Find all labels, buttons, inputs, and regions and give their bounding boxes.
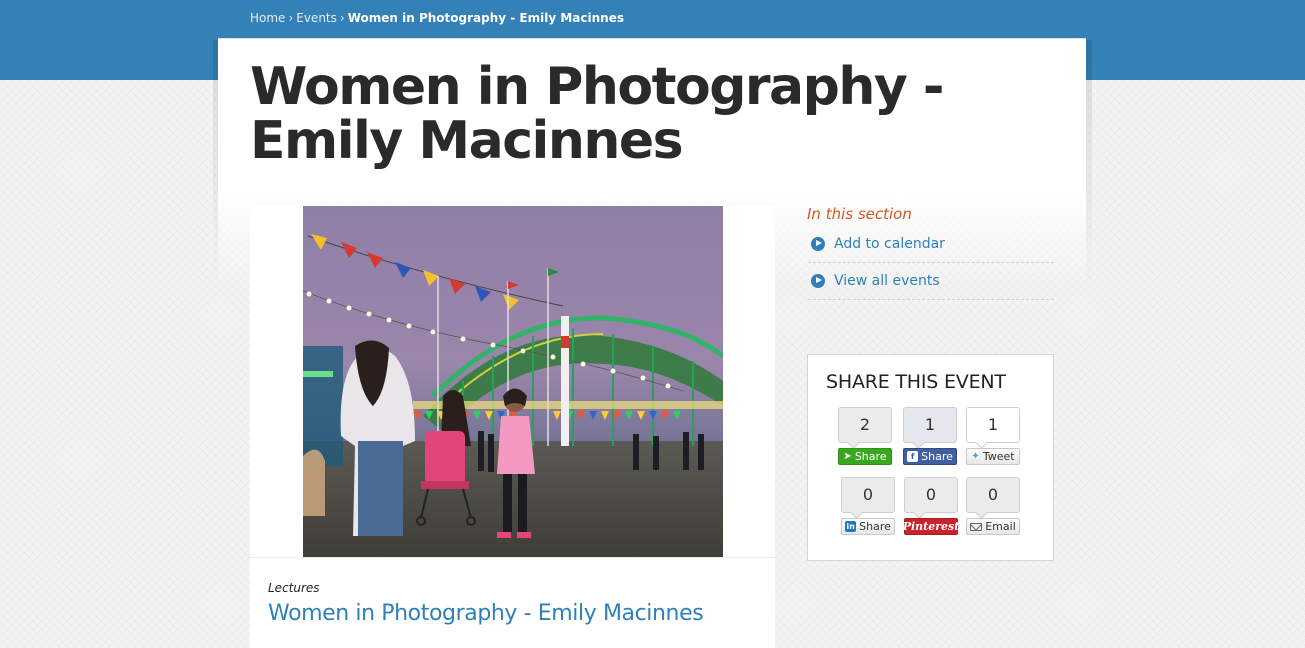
email-icon xyxy=(970,522,983,531)
view-all-events-label: View all events xyxy=(834,272,940,289)
email-count: 0 xyxy=(966,477,1020,513)
add-to-calendar-link[interactable]: Add to calendar xyxy=(808,225,1054,263)
linkedin-share-button[interactable]: in Share xyxy=(841,518,895,535)
facebook-share-button[interactable]: f Share xyxy=(903,448,957,465)
breadcrumb-events[interactable]: Events xyxy=(296,11,337,25)
breadcrumb-separator: › xyxy=(339,11,345,25)
panel-divider xyxy=(250,557,775,558)
breadcrumb-home[interactable]: Home xyxy=(250,11,285,25)
share-box: SHARE THIS EVENT 2 ➤ Share 1 f Share 1 ✦… xyxy=(807,354,1054,561)
linkedin-button-label: Share xyxy=(859,520,891,533)
share-item-email: 0 Email xyxy=(963,477,1021,541)
facebook-count: 1 xyxy=(903,407,957,443)
email-share-button[interactable]: Email xyxy=(966,518,1020,535)
breadcrumb: Home › Events › Women in Photography - Emily… xyxy=(250,11,624,25)
twitter-tweet-button[interactable]: ✦ Tweet xyxy=(966,448,1020,465)
share-item-linkedin: 0 in Share xyxy=(838,477,896,541)
play-circle-icon xyxy=(811,273,825,288)
facebook-icon: f xyxy=(907,451,919,462)
view-all-events-link[interactable]: View all events xyxy=(808,262,1054,300)
pinterest-count: 0 xyxy=(904,477,958,513)
add-to-calendar-label: Add to calendar xyxy=(834,235,945,252)
share-item-sharethis: 2 ➤ Share xyxy=(835,407,893,471)
linkedin-count: 0 xyxy=(841,477,895,513)
section-heading: In this section xyxy=(807,205,912,223)
pinterest-button[interactable]: Pinterest xyxy=(902,518,960,535)
breadcrumb-current: Women in Photography - Emily Macinnes xyxy=(347,11,624,25)
event-panel: Lectures Women in Photography - Emily Ma… xyxy=(250,206,775,648)
linkedin-icon: in xyxy=(845,521,857,532)
twitter-count: 1 xyxy=(966,407,1020,443)
share-button-label: Share xyxy=(854,450,887,463)
breadcrumb-separator: › xyxy=(288,11,294,25)
twitter-button-label: Tweet xyxy=(982,450,1015,463)
facebook-button-label: Share xyxy=(921,450,953,463)
event-photo[interactable] xyxy=(303,206,723,557)
twitter-icon: ✦ xyxy=(971,450,980,462)
share-item-twitter: 1 ✦ Tweet xyxy=(963,407,1021,471)
share-title: SHARE THIS EVENT xyxy=(826,371,1006,393)
share-item-pinterest: 0 Pinterest xyxy=(901,477,959,541)
sharethis-share-button[interactable]: ➤ Share xyxy=(838,448,892,465)
email-button-label: Email xyxy=(985,520,1016,533)
page-title: Women in Photography - Emily Macinnes xyxy=(250,57,944,171)
share-item-facebook: 1 f Share xyxy=(900,407,958,471)
event-category: Lectures xyxy=(268,581,320,595)
share-count: 2 xyxy=(838,407,892,443)
share-icon: ➤ xyxy=(843,450,852,462)
pinterest-icon: Pinterest xyxy=(902,520,960,533)
card-shadow-right xyxy=(1086,40,1092,285)
play-circle-icon xyxy=(811,236,825,251)
event-title-link[interactable]: Women in Photography - Emily Macinnes xyxy=(268,601,704,626)
